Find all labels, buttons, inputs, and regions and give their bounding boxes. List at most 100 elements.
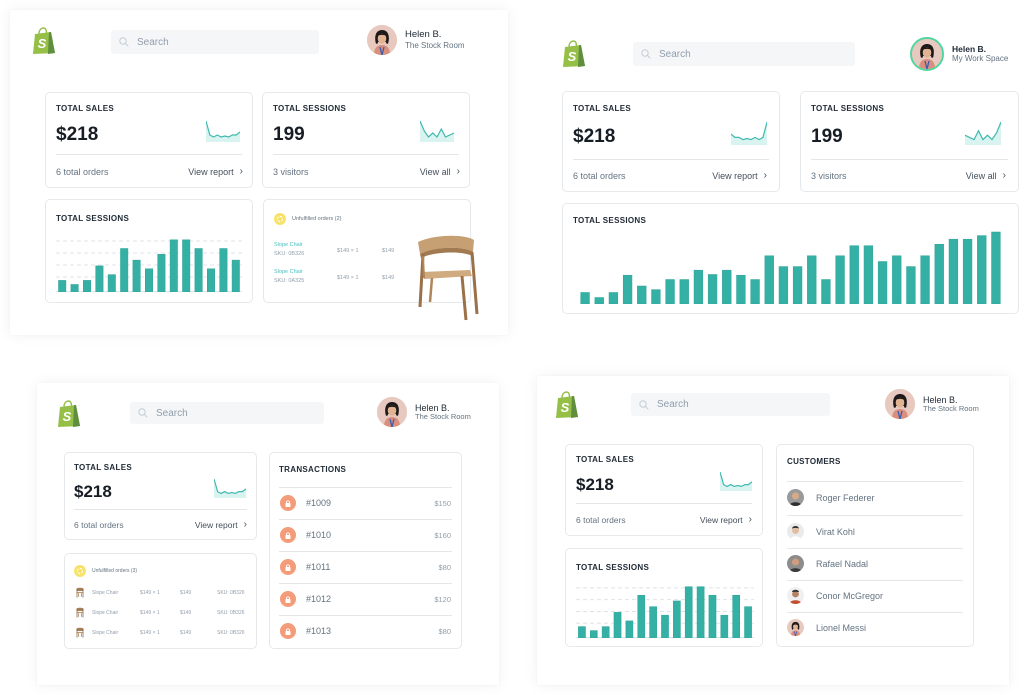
session-bar bbox=[58, 280, 67, 292]
shopify-logo-icon[interactable] bbox=[561, 40, 587, 68]
sales-sparkline bbox=[731, 121, 767, 145]
sessions-chart-card: TOTAL SESSIONS bbox=[45, 199, 253, 303]
divider bbox=[787, 515, 963, 516]
chair-thumbnail-icon bbox=[75, 587, 85, 598]
divider bbox=[74, 509, 247, 510]
slope-chair-image bbox=[418, 235, 479, 321]
session-bar bbox=[608, 292, 619, 304]
search-input[interactable]: Search bbox=[631, 393, 830, 416]
visitors-count: 3 visitors bbox=[273, 167, 309, 177]
session-bar bbox=[665, 279, 675, 304]
dashboard-panel-4: Search Helen B. The Stock Room TOTAL SAL… bbox=[537, 376, 1009, 685]
product-link[interactable]: Slope Chair bbox=[92, 630, 118, 636]
session-bar bbox=[736, 274, 746, 304]
orders-header: Unfulfilled orders (2) bbox=[292, 216, 342, 222]
session-bar bbox=[613, 612, 622, 638]
product-link[interactable]: Slope Chair bbox=[92, 590, 118, 596]
chevron-right-icon: › bbox=[243, 519, 247, 530]
chair-thumbnail-icon bbox=[75, 627, 85, 638]
user-menu[interactable]: Helen B. The Stock Room bbox=[377, 397, 471, 427]
sessions-sparkline bbox=[965, 121, 1001, 145]
session-bar bbox=[219, 248, 228, 292]
visitors-count: 3 visitors bbox=[811, 171, 847, 181]
sessions-sparkline bbox=[420, 120, 454, 142]
sparkline-line bbox=[206, 120, 240, 138]
order-row[interactable]: Slope Chair SKU: 0A325 bbox=[274, 269, 304, 284]
avatar bbox=[367, 25, 397, 55]
orders-count: 6 total orders bbox=[74, 520, 124, 530]
session-bar bbox=[934, 243, 944, 304]
order-total: $149 bbox=[180, 630, 192, 636]
customer-row[interactable]: Lionel Messi bbox=[787, 619, 866, 636]
card-title: TOTAL SALES bbox=[74, 463, 132, 472]
shopify-logo-icon[interactable] bbox=[31, 27, 57, 55]
chevron-right-icon: › bbox=[748, 514, 752, 525]
avatar bbox=[377, 397, 407, 427]
session-bar bbox=[601, 626, 610, 638]
divider bbox=[576, 503, 752, 504]
sessions-value: 199 bbox=[811, 126, 843, 147]
shopify-logo-icon[interactable] bbox=[554, 391, 580, 419]
total-sales-card: TOTAL SALES $218 6 total orders View rep… bbox=[64, 452, 257, 540]
view-report-link[interactable]: View report › bbox=[712, 170, 767, 181]
sparkline-line bbox=[720, 471, 752, 488]
sessions-value: 199 bbox=[273, 124, 305, 145]
session-bar bbox=[792, 266, 803, 304]
transaction-row[interactable]: #1009 $150 bbox=[280, 495, 451, 511]
shopify-logo-icon[interactable] bbox=[56, 400, 82, 428]
view-report-link[interactable]: View report › bbox=[195, 519, 247, 530]
chevron-right-icon: › bbox=[239, 166, 243, 177]
product-link[interactable]: Slope Chair bbox=[92, 610, 118, 616]
view-all-link[interactable]: View all › bbox=[966, 170, 1006, 181]
transaction-id: #1010 bbox=[306, 530, 332, 540]
customer-row[interactable]: Rafael Nadal bbox=[787, 555, 868, 572]
customer-avatar bbox=[787, 619, 804, 636]
customer-avatar bbox=[787, 555, 804, 572]
sessions-bar-chart-wide bbox=[580, 231, 1001, 304]
user-name: Helen B. bbox=[405, 28, 442, 40]
user-menu[interactable]: Helen B. The Stock Room bbox=[367, 25, 465, 55]
transaction-row[interactable]: #1010 $160 bbox=[280, 527, 451, 543]
session-bar bbox=[744, 606, 752, 638]
transaction-row[interactable]: #1013 $80 bbox=[280, 623, 451, 639]
divider bbox=[279, 487, 452, 488]
search-input[interactable]: Search bbox=[130, 402, 324, 424]
orders-header: Unfulfilled orders (3) bbox=[92, 568, 138, 574]
customer-row[interactable]: Roger Federer bbox=[787, 489, 875, 506]
product-link[interactable]: Slope Chair bbox=[274, 269, 304, 275]
sparkline-line bbox=[214, 478, 246, 495]
view-all-link[interactable]: View all › bbox=[420, 166, 460, 177]
card-title: TOTAL SESSIONS bbox=[56, 214, 130, 223]
transaction-id: #1009 bbox=[306, 498, 332, 508]
session-bar bbox=[622, 274, 633, 304]
order-row[interactable]: Slope Chair SKU: 0B326 bbox=[274, 242, 304, 257]
divider bbox=[573, 159, 769, 160]
user-menu[interactable]: Helen B. The Stock Room bbox=[885, 389, 979, 419]
search-input[interactable]: Search bbox=[633, 42, 855, 66]
session-bar bbox=[637, 595, 646, 638]
card-title: TOTAL SALES bbox=[56, 104, 114, 113]
view-report-link[interactable]: View report › bbox=[188, 166, 243, 177]
customer-row[interactable]: Conor McGregor bbox=[787, 587, 883, 604]
session-bar bbox=[696, 586, 705, 638]
view-report-link[interactable]: View report › bbox=[700, 514, 752, 525]
session-bar bbox=[948, 238, 959, 304]
transaction-row[interactable]: #1011 $80 bbox=[280, 559, 451, 575]
view-report-label: View report bbox=[188, 166, 234, 177]
session-bar bbox=[720, 614, 729, 638]
search-input[interactable]: Search bbox=[111, 30, 319, 54]
customer-row[interactable]: Virat Kohl bbox=[787, 523, 855, 540]
product-link[interactable]: Slope Chair bbox=[274, 242, 304, 248]
session-bar bbox=[70, 284, 79, 292]
sales-value: $218 bbox=[573, 126, 616, 147]
dashboard-panel-3: Search Helen B. The Stock Room TOTAL SAL… bbox=[37, 383, 499, 685]
sales-sparkline bbox=[214, 478, 246, 498]
transaction-row[interactable]: #1012 $120 bbox=[280, 591, 451, 607]
user-menu[interactable]: Helen B. My Work Space bbox=[910, 37, 1008, 71]
session-bar bbox=[661, 614, 669, 638]
search-icon bbox=[639, 400, 649, 410]
transaction-amount: $150 bbox=[434, 498, 451, 508]
session-bar bbox=[732, 595, 741, 638]
session-bar bbox=[863, 245, 874, 304]
dashboard-panel-2: Search Helen B. My Work Space TOTAL SALE… bbox=[537, 22, 1024, 332]
